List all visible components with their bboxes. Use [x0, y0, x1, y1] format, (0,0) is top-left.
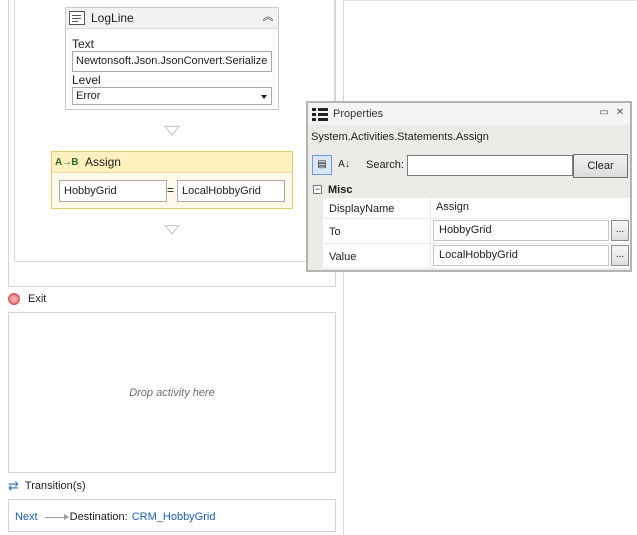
arrow-right-icon [44, 513, 69, 520]
search-label: Search: [366, 159, 404, 171]
property-value[interactable]: Assign [436, 201, 469, 213]
transition-arrows-icon: ⇄ [8, 478, 19, 493]
property-name: To [329, 226, 341, 238]
assign-value-field[interactable]: LocalHobbyGrid [177, 180, 285, 202]
chevron-down-icon [261, 95, 267, 99]
properties-title: Properties [333, 108, 384, 120]
category-misc[interactable]: − Misc [310, 181, 630, 198]
property-grid-icon [312, 107, 328, 121]
property-value[interactable]: LocalHobbyGrid [433, 245, 609, 266]
exit-drop-zone[interactable]: Drop activity here [8, 312, 336, 473]
level-field-label: Level [72, 73, 101, 87]
grid-gutter [310, 198, 323, 269]
collapse-icon[interactable]: − [313, 185, 322, 194]
text-field[interactable]: Newtonsoft.Json.JsonConvert.Serialize [72, 51, 272, 72]
grid-divider [430, 219, 431, 243]
assign-title: Assign [84, 155, 121, 169]
categorized-icon[interactable]: ▤ [312, 155, 332, 175]
properties-panel: Properties ▭ ✕ System.Activities.Stateme… [306, 101, 632, 272]
transitions-list: Next Destination: CRM_HobbyGrid [8, 499, 336, 532]
ellipsis-button[interactable]: ... [611, 245, 629, 266]
destination-label: Destination: [69, 511, 128, 523]
level-dropdown[interactable]: Error [72, 87, 272, 105]
drop-hint: Drop activity here [129, 387, 215, 399]
flow-arrow-down-icon [164, 126, 180, 136]
logline-activity[interactable]: LogLine ︽ Text Newtonsoft.Json.JsonConve… [65, 7, 279, 110]
properties-toolbar: ▤ A↓ Search: Clear [310, 153, 630, 179]
assign-equals: = [167, 183, 175, 197]
exit-icon [8, 293, 20, 305]
property-name: DisplayName [329, 203, 395, 215]
properties-titlebar[interactable]: Properties ▭ ✕ [308, 103, 630, 125]
transitions-label: Transition(s) [24, 480, 86, 492]
category-label: Misc [328, 183, 353, 196]
search-input[interactable] [407, 155, 573, 176]
transition-next-link[interactable]: Next [15, 511, 38, 523]
clear-button[interactable]: Clear [573, 154, 628, 178]
sort-az-icon[interactable]: A↓ [334, 155, 354, 175]
exit-label: Exit [28, 293, 47, 305]
grid-divider [430, 244, 431, 268]
property-row-displayname[interactable]: DisplayName Assign [323, 198, 630, 219]
workflow-designer: LogLine ︽ Text Newtonsoft.Json.JsonConve… [0, 0, 637, 535]
transitions-header: ⇄ Transition(s) [8, 478, 86, 493]
transition-item[interactable]: Next Destination: CRM_HobbyGrid [15, 511, 215, 523]
selected-type-name: System.Activities.Statements.Assign [311, 131, 489, 143]
assign-activity[interactable]: A→B Assign HobbyGrid = LocalHobbyGrid [51, 151, 293, 209]
level-dropdown-value: Error [76, 90, 101, 102]
property-value[interactable]: HobbyGrid [433, 220, 609, 241]
assign-icon: A→B [55, 156, 78, 168]
exit-header: Exit [8, 293, 46, 305]
logline-header[interactable]: LogLine ︽ [66, 8, 278, 29]
flow-arrow-down-icon [164, 225, 180, 235]
logline-title: LogLine [91, 11, 134, 25]
assign-to-field[interactable]: HobbyGrid [59, 180, 167, 202]
property-grid: − Misc DisplayName Assign To HobbyGrid .… [310, 181, 630, 269]
text-field-label: Text [72, 37, 95, 51]
assign-header[interactable]: A→B Assign [52, 152, 292, 173]
ellipsis-button[interactable]: ... [611, 220, 629, 241]
grid-divider [430, 198, 431, 218]
document-lines-icon [69, 11, 85, 25]
property-row-value[interactable]: Value LocalHobbyGrid ... [323, 244, 630, 269]
destination-link[interactable]: CRM_HobbyGrid [132, 511, 216, 523]
double-chevron-up-icon[interactable]: ︽ [262, 12, 274, 24]
restore-icon[interactable]: ▭ [598, 107, 610, 119]
property-row-to[interactable]: To HobbyGrid ... [323, 219, 630, 244]
property-name: Value [329, 251, 357, 263]
close-icon[interactable]: ✕ [614, 107, 626, 119]
designer-top-rule [344, 0, 637, 1]
